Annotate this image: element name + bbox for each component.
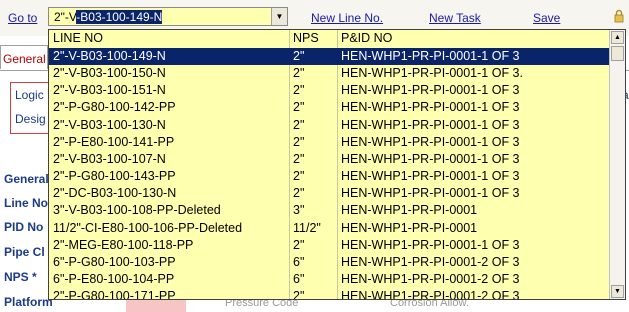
cell-pid-no: HEN-WHP1-PR-PI-0001-1 OF 3 (341, 49, 520, 63)
list-item[interactable]: 2"-V-B03-100-130-N 2" HEN-WHP1-PR-PI-0001-… (49, 117, 610, 134)
column-header-pid-no: P&ID NO (341, 31, 393, 45)
list-item[interactable]: 2"-DC-B03-100-130-N 2" HEN-WHP1-PR-PI-0001… (49, 185, 610, 202)
cell-nps: 6" (293, 271, 305, 286)
column-header-line-no: LINE NO (53, 31, 104, 45)
cell-nps: 2" (293, 289, 305, 300)
cell-line-no: 2"-P-G80-100-171-PP (53, 289, 176, 300)
cell-nps: 2" (293, 237, 305, 252)
cell-line-no: 11/2"-CI-E80-100-106-PP-Deleted (53, 220, 243, 235)
cell-nps: 11/2" (293, 220, 321, 235)
save-link[interactable]: Save (533, 11, 560, 25)
group-design-label: Desig (15, 112, 46, 126)
cell-pid-no: HEN-WHP1-PR-PI-0001-1 OF 3 (341, 237, 520, 252)
cell-pid-no: HEN-WHP1-PR-PI-0001-1 OF 3 (341, 151, 520, 166)
cell-line-no: 2"-P-E80-100-141-PP (53, 134, 175, 149)
cell-line-no: 6"-P-G80-100-103-PP (53, 254, 176, 269)
cell-nps: 2" (293, 151, 305, 166)
cell-line-no: 2"-DC-B03-100-130-N (53, 186, 177, 201)
cell-line-no: 3"-V-B03-100-108-PP-Deleted (53, 203, 221, 218)
list-item[interactable]: 2"-P-E80-100-141-PP 2" HEN-WHP1-PR-PI-0001… (49, 134, 610, 151)
scroll-down-icon[interactable]: ▼ (611, 285, 624, 298)
cell-pid-no: HEN-WHP1-PR-PI-0001-2 OF 3 (341, 254, 520, 269)
cell-nps: 6" (293, 254, 305, 269)
cell-nps: 2" (293, 66, 305, 81)
cell-nps: 3" (293, 203, 305, 218)
cell-pid-no: HEN-WHP1-PR-PI-0001 (341, 203, 478, 218)
list-item[interactable]: 6"-P-E80-100-104-PP 6" HEN-WHP1-PR-PI-0001… (49, 271, 610, 288)
cell-line-no: 2"-V-B03-100-130-N (53, 117, 166, 132)
tab-general[interactable]: General (0, 45, 48, 69)
list-item[interactable]: 2"-V-B03-100-149-N 2" HEN-WHP1-PR-PI-0001-… (49, 48, 610, 65)
list-item[interactable]: 2"-V-B03-100-107-N 2" HEN-WHP1-PR-PI-0001-… (49, 151, 610, 168)
column-header-nps: NPS (293, 31, 319, 45)
list-item[interactable]: 2"-P-G80-100-171-PP 2" HEN-WHP1-PR-PI-0001… (49, 288, 610, 300)
new-task-link[interactable]: New Task (429, 11, 481, 25)
line-no-dropdown-list[interactable]: LINE NO NPS P&ID NO 2"-V-B03-100-149-N 2"… (48, 29, 626, 300)
list-item[interactable]: 2"-V-B03-100-150-N 2" HEN-WHP1-PR-PI-0001-… (49, 65, 610, 82)
cell-nps: 2" (293, 49, 305, 63)
scroll-thumb[interactable] (611, 46, 624, 61)
list-item[interactable]: 2"-P-G80-100-143-PP 2" HEN-WHP1-PR-PI-0001… (49, 168, 610, 185)
cell-nps: 2" (293, 83, 305, 98)
list-header: LINE NO NPS P&ID NO (49, 30, 610, 47)
cell-nps: 2" (293, 134, 305, 149)
cell-line-no: 2"-V-B03-100-107-N (53, 151, 166, 166)
list-item[interactable]: 2"-V-B03-100-151-N 2" HEN-WHP1-PR-PI-0001-… (49, 82, 610, 99)
cell-pid-no: HEN-WHP1-PR-PI-0001-1 OF 3 (341, 100, 520, 115)
lock-icon (614, 9, 624, 23)
cell-pid-no: HEN-WHP1-PR-PI-0001 (341, 220, 478, 235)
group-logic-label: Logic (15, 88, 44, 102)
cell-line-no: 6"-P-E80-100-104-PP (53, 271, 175, 286)
cell-nps: 2" (293, 100, 305, 115)
list-item[interactable]: 2"-P-G80-100-142-PP 2" HEN-WHP1-PR-PI-0001… (49, 99, 610, 116)
cell-pid-no: HEN-WHP1-PR-PI-0001-1 OF 3. (341, 66, 523, 81)
cell-nps: 2" (293, 169, 305, 184)
list-item[interactable]: 2"-MEG-E80-100-118-PP 2" HEN-WHP1-PR-PI-00… (49, 237, 610, 254)
scroll-up-icon[interactable]: ▲ (611, 31, 624, 44)
nps-label: NPS * (4, 270, 37, 284)
general-label: General (4, 172, 49, 186)
platform-label: Platform (4, 295, 53, 309)
pipe-class-label: Pipe Cl (4, 245, 45, 259)
chevron-down-icon[interactable]: ▼ (271, 8, 287, 25)
list-item[interactable]: 3"-V-B03-100-108-PP-Deleted 3" HEN-WHP1-PR… (49, 202, 610, 219)
cell-line-no: 2"-V-B03-100-149-N (53, 49, 166, 63)
cell-line-no: 2"-V-B03-100-151-N (53, 83, 166, 98)
cell-line-no: 2"-MEG-E80-100-118-PP (53, 237, 194, 252)
cell-pid-no: HEN-WHP1-PR-PI-0001-1 OF 3 (341, 117, 520, 132)
line-no-label: Line No (4, 196, 48, 210)
list-item[interactable]: 11/2"-CI-E80-100-106-PP-Deleted 11/2" HEN-… (49, 220, 610, 237)
cell-pid-no: HEN-WHP1-PR-PI-0001-1 OF 3 (341, 169, 520, 184)
cell-pid-no: HEN-WHP1-PR-PI-0001-2 OF 3 (341, 271, 520, 286)
cell-line-no: 2"-P-G80-100-143-PP (53, 169, 176, 184)
pid-no-label: PID No (4, 220, 44, 234)
new-line-no-link[interactable]: New Line No. (311, 11, 383, 25)
goto-label[interactable]: Go to (8, 11, 37, 25)
cell-pid-no: HEN-WHP1-PR-PI-0001-1 OF 3 (341, 134, 520, 149)
line-no-combobox[interactable]: 2"-V-B03-100-149-N ▼ (48, 7, 288, 26)
vertical-scrollbar[interactable]: ▲ ▼ (609, 30, 625, 299)
cell-nps: 2" (293, 117, 305, 132)
cell-pid-no: HEN-WHP1-PR-PI-0001-1 OF 3 (341, 186, 520, 201)
cell-nps: 2" (293, 186, 305, 201)
cell-line-no: 2"-P-G80-100-142-PP (53, 100, 176, 115)
cell-pid-no: HEN-WHP1-PR-PI-0001-2 OF 3 (341, 289, 520, 300)
cell-pid-no: HEN-WHP1-PR-PI-0001-1 OF 3 (341, 83, 520, 98)
cell-line-no: 2"-V-B03-100-150-N (53, 66, 166, 81)
list-item[interactable]: 6"-P-G80-100-103-PP 6" HEN-WHP1-PR-PI-0001… (49, 254, 610, 271)
combo-value[interactable]: 2"-V-B03-100-149-N (54, 10, 163, 24)
